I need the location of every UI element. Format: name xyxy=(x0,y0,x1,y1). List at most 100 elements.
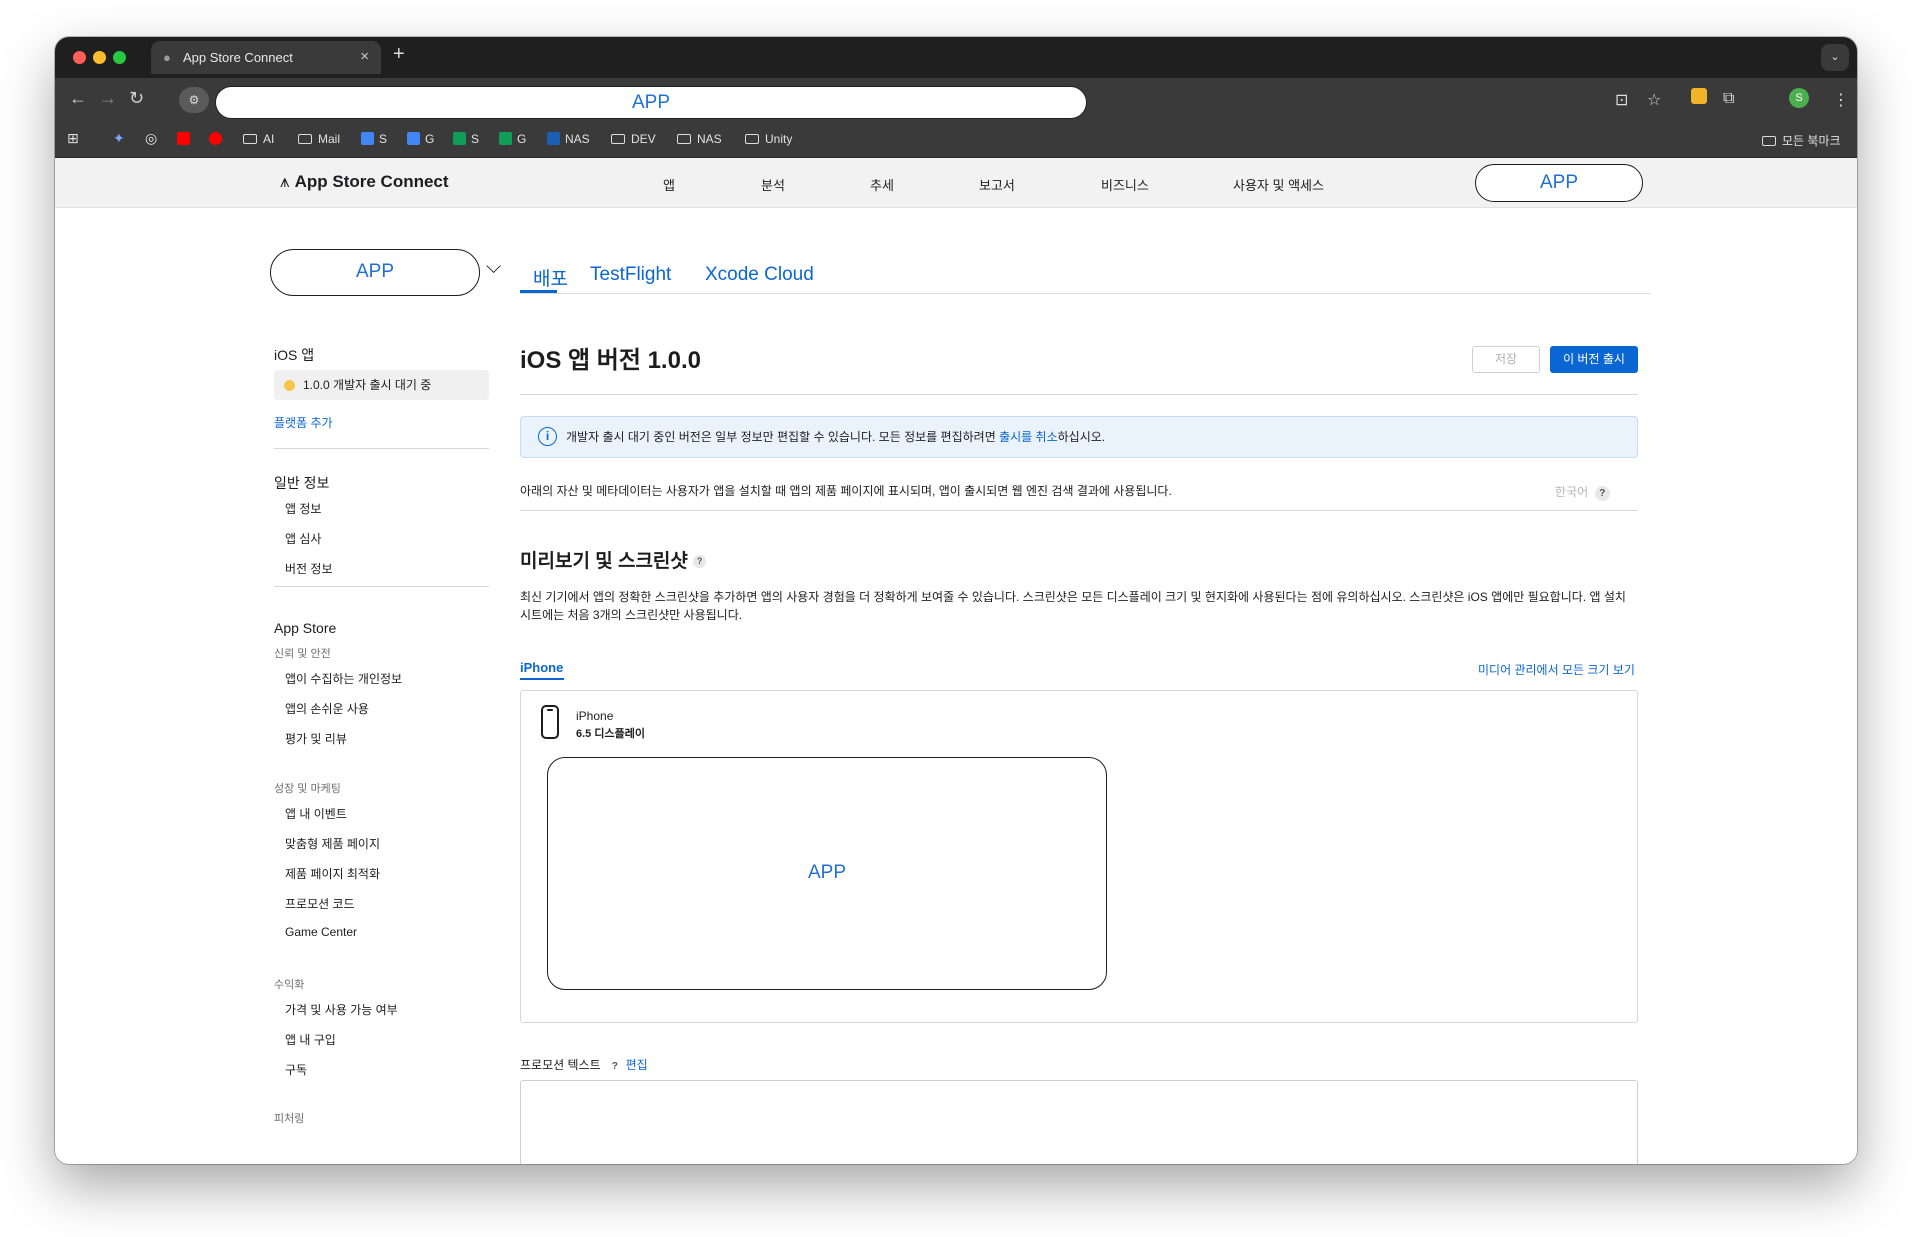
bookmark-docs-s[interactable]: S xyxy=(361,132,387,146)
help-icon[interactable]: ? xyxy=(693,555,707,568)
sheets-icon xyxy=(499,132,512,145)
sidebar-item-app-review[interactable]: 앱 심사 xyxy=(285,530,321,547)
info-text: 개발자 출시 대기 중인 버전은 일부 정보만 편집할 수 있습니다. 모든 정… xyxy=(566,430,1000,444)
screenshot-dropzone[interactable]: APP xyxy=(547,757,1107,990)
help-icon[interactable]: ? xyxy=(607,1059,622,1074)
extension-icon[interactable] xyxy=(1691,88,1707,104)
header-app-button[interactable]: APP xyxy=(1475,164,1643,202)
tab-strip: ● App Store Connect × + ⌄ xyxy=(55,37,1857,78)
bookmark-dsm-nas[interactable]: NAS xyxy=(547,132,590,146)
sidebar-item-page-optimization[interactable]: 제품 페이지 최적화 xyxy=(285,865,380,882)
minimize-window-button[interactable] xyxy=(93,51,106,64)
promo-text-field[interactable] xyxy=(520,1080,1638,1164)
nav-analytics[interactable]: 분석 xyxy=(761,175,785,194)
sidebar-item-in-app-purchases[interactable]: 앱 내 구입 xyxy=(285,1031,336,1048)
sidebar-divider xyxy=(274,586,489,587)
bookmark-sheets-s[interactable]: S xyxy=(453,132,479,146)
extensions-puzzle-icon[interactable]: ⧉ xyxy=(1723,90,1734,108)
promo-label: 프로모션 텍스트 xyxy=(520,1058,601,1072)
reload-icon[interactable]: ↻ xyxy=(129,88,144,109)
menu-kebab-icon[interactable]: ⋮ xyxy=(1833,90,1849,110)
zoom-window-button[interactable] xyxy=(113,51,126,64)
app-store-icon: ⩚ xyxy=(280,172,290,191)
sidebar-item-app-info[interactable]: 앱 정보 xyxy=(285,500,321,517)
close-window-button[interactable] xyxy=(73,51,86,64)
bookmark-label: NAS xyxy=(565,132,590,146)
bookmark-sheets-g[interactable]: G xyxy=(499,132,526,146)
nav-trends[interactable]: 추세 xyxy=(870,175,894,194)
docs-icon xyxy=(407,132,420,145)
sidebar-item-custom-pages[interactable]: 맞춤형 제품 페이지 xyxy=(285,835,380,852)
browser-tab[interactable]: ● App Store Connect × xyxy=(151,41,381,74)
brand-logo[interactable]: ⩚ App Store Connect xyxy=(280,172,449,192)
promo-edit-link[interactable]: 편집 xyxy=(626,1058,648,1072)
version-status[interactable]: 1.0.0 개발자 출시 대기 중 xyxy=(274,370,489,400)
title-divider xyxy=(520,394,1638,395)
bookmark-label: G xyxy=(425,132,435,146)
apps-grid-icon[interactable]: ⊞ xyxy=(67,130,79,147)
sidebar-item-promo-codes[interactable]: 프로모션 코드 xyxy=(285,895,355,912)
tab-search-chevron-icon[interactable]: ⌄ xyxy=(1821,44,1849,71)
bookmark-label: Unity xyxy=(765,132,793,146)
profile-avatar[interactable]: S xyxy=(1789,88,1809,108)
device-display-size: 6.5 디스플레이 xyxy=(576,728,645,740)
all-bookmarks-folder[interactable]: 모든 북마크 xyxy=(1762,132,1841,149)
save-button[interactable]: 저장 xyxy=(1472,346,1540,373)
bookmark-folder-dev[interactable]: DEV xyxy=(611,132,656,146)
all-bookmarks-label: 모든 북마크 xyxy=(1782,134,1841,148)
device-tab-iphone[interactable]: iPhone xyxy=(520,660,563,675)
sidebar-item-pricing[interactable]: 가격 및 사용 가능 여부 xyxy=(285,1001,398,1018)
language-selector[interactable]: 한국어 ? xyxy=(1555,483,1610,501)
sidebar-divider xyxy=(274,448,489,449)
back-arrow-icon[interactable]: ← xyxy=(69,88,87,109)
release-version-button[interactable]: 이 버전 출시 xyxy=(1550,346,1638,373)
info-text-end: 하십시오. xyxy=(1057,430,1106,444)
help-icon[interactable]: ? xyxy=(1594,486,1610,501)
bookmark-folder-nas[interactable]: NAS xyxy=(677,132,722,146)
cancel-release-link[interactable]: 출시를 취소 xyxy=(999,430,1058,444)
app-switcher[interactable]: APP xyxy=(270,249,480,296)
folder-icon xyxy=(243,134,257,144)
sidebar-item-accessibility[interactable]: 앱의 손쉬운 사용 xyxy=(285,700,369,717)
nav-business[interactable]: 비즈니스 xyxy=(1101,175,1149,194)
tab-testflight[interactable]: TestFlight xyxy=(590,264,671,286)
tab-xcode-cloud[interactable]: Xcode Cloud xyxy=(705,264,814,286)
bookmark-folder-unity[interactable]: Unity xyxy=(745,132,792,146)
forward-arrow-icon[interactable]: → xyxy=(99,88,117,109)
nav-reports[interactable]: 보고서 xyxy=(979,175,1015,194)
section-divider xyxy=(520,510,1638,511)
bookmark-folder-mail[interactable]: Mail xyxy=(298,132,340,146)
status-label: 1.0.0 개발자 출시 대기 중 xyxy=(303,378,432,392)
sidebar-item-ratings[interactable]: 평가 및 리뷰 xyxy=(285,730,347,747)
youtube-music-icon[interactable] xyxy=(209,132,227,146)
add-platform-link[interactable]: 플랫폼 추가 xyxy=(274,414,333,431)
bookmark-docs-g[interactable]: G xyxy=(407,132,434,146)
sidebar-platform-heading: iOS 앱 xyxy=(274,347,315,363)
browser-window: ● App Store Connect × + ⌄ ← → ↻ ⚙ APP ⊡ … xyxy=(55,37,1857,1164)
sidebar-item-game-center[interactable]: Game Center xyxy=(285,925,357,939)
sidebar-item-in-app-events[interactable]: 앱 내 이벤트 xyxy=(285,805,347,822)
install-app-icon[interactable]: ⊡ xyxy=(1615,90,1628,110)
site-settings-icon[interactable]: ⚙ xyxy=(179,87,209,113)
nav-apps[interactable]: 앱 xyxy=(663,175,675,194)
bookmark-label: G xyxy=(517,132,527,146)
sidebar-item-subscriptions[interactable]: 구독 xyxy=(285,1061,307,1078)
gemini-icon[interactable]: ✦ xyxy=(113,130,125,147)
tab-distribution[interactable]: 배포 xyxy=(533,264,568,291)
bookmark-label: NAS xyxy=(697,132,722,146)
close-tab-icon[interactable]: × xyxy=(360,48,369,65)
address-bar[interactable]: APP xyxy=(215,86,1087,119)
bookmarks-bar: ⊞ ✦ ◎ AI Mail S G S G NAS DEV NAS Unity … xyxy=(55,122,1857,158)
sidebar-item-privacy[interactable]: 앱이 수집하는 개인정보 xyxy=(285,670,402,687)
media-manager-link[interactable]: 미디어 관리에서 모든 크기 보기 xyxy=(1478,661,1635,678)
chatgpt-icon[interactable]: ◎ xyxy=(145,130,157,147)
sidebar-item-version-info[interactable]: 버전 정보 xyxy=(285,560,333,577)
youtube-icon[interactable] xyxy=(177,132,195,146)
chevron-down-icon[interactable]: ⌵ xyxy=(486,256,501,279)
bookmark-folder-ai[interactable]: AI xyxy=(243,132,274,146)
iphone-icon xyxy=(541,705,559,739)
bookmark-star-icon[interactable]: ☆ xyxy=(1647,90,1661,110)
new-tab-button[interactable]: + xyxy=(393,43,405,66)
brand-label: App Store Connect xyxy=(294,172,449,191)
nav-users-access[interactable]: 사용자 및 액세스 xyxy=(1233,175,1324,194)
